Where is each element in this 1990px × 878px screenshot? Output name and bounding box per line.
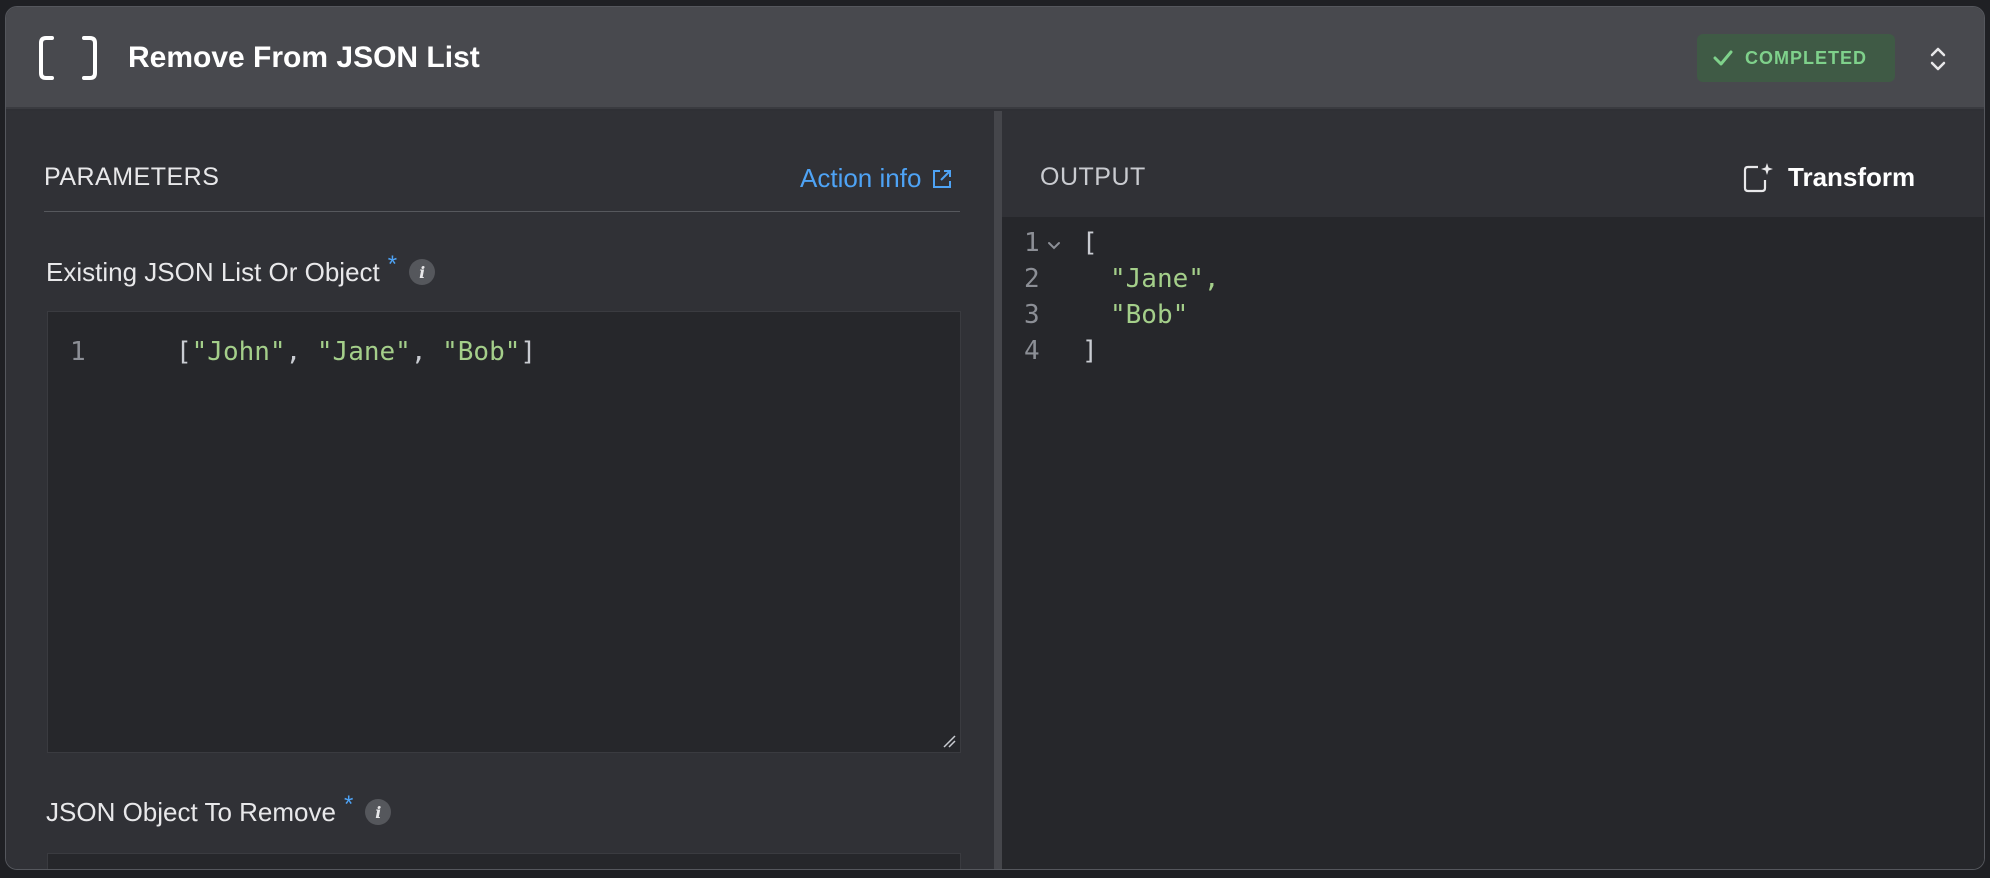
- action-title: Remove From JSON List: [128, 41, 480, 74]
- code-token: "": [174, 865, 205, 869]
- code-text: "Jane",: [1110, 264, 1220, 294]
- transform-label: Transform: [1788, 161, 1916, 192]
- parameters-title: PARAMETERS: [44, 163, 220, 191]
- field-label-text: Existing JSON List Or Object: [46, 257, 380, 287]
- chevron-down-icon[interactable]: [1047, 241, 1061, 251]
- code-line: 1 "": [48, 862, 205, 869]
- check-icon: [1713, 50, 1733, 66]
- code-text: [: [1082, 228, 1098, 258]
- code-line: 4 ]: [1002, 333, 1098, 369]
- output-panel: OUTPUT Transform 1 [ 2 "Jane", 3 "Bob" 4…: [1002, 111, 1984, 869]
- required-marker: *: [343, 791, 354, 818]
- external-link-icon: [933, 169, 952, 188]
- panel-splitter[interactable]: [994, 111, 1002, 869]
- line-number: 4: [1024, 336, 1040, 366]
- output-viewer: 1 [ 2 "Jane", 3 "Bob" 4 ]: [1002, 219, 1984, 869]
- section-divider: [44, 211, 960, 212]
- line-number: 1: [70, 337, 86, 367]
- output-title: OUTPUT: [1040, 163, 1146, 191]
- code-token: "Bob": [442, 337, 521, 367]
- field-label-object-to-remove: JSON Object To Remove * i: [46, 791, 392, 828]
- code-text: "Bob": [1110, 300, 1189, 330]
- code-token: ,: [285, 337, 317, 367]
- code-token: [: [176, 337, 192, 367]
- action-info-link[interactable]: Action info: [800, 163, 953, 194]
- field-label-text: JSON Object To Remove: [46, 797, 336, 827]
- required-marker: *: [387, 251, 398, 278]
- object-to-remove-editor[interactable]: 1 "": [47, 853, 961, 869]
- output-header: OUTPUT Transform: [1002, 111, 1984, 217]
- code-token: ]: [520, 337, 537, 367]
- magic-transform-icon: [1743, 163, 1773, 193]
- status-badge: COMPLETED: [1697, 34, 1895, 82]
- json-bracket-icon: [39, 36, 97, 80]
- card-header: Remove From JSON List COMPLETED: [6, 7, 1984, 109]
- parameters-panel: PARAMETERS Action info Existing JSON Lis…: [6, 111, 994, 869]
- code-text: ]: [1082, 336, 1098, 366]
- line-number: 1: [48, 865, 174, 869]
- code-line: 3 "Bob": [1002, 297, 1188, 333]
- code-line: 2 "Jane",: [1002, 261, 1220, 297]
- code-token: ,: [410, 337, 443, 367]
- status-text: COMPLETED: [1745, 47, 1868, 68]
- code-token: "John": [191, 337, 286, 367]
- code-line: 1 ["John", "Jane", "Bob"]: [48, 334, 536, 370]
- chevron-up-down-icon[interactable]: [1926, 43, 1950, 75]
- action-info-label: Action info: [800, 163, 922, 193]
- info-icon[interactable]: i: [409, 259, 436, 285]
- action-card: Remove From JSON List COMPLETED PARAMETE…: [5, 6, 1985, 870]
- info-icon[interactable]: i: [365, 799, 392, 825]
- field-label-existing-json: Existing JSON List Or Object * i: [46, 251, 436, 288]
- transform-button[interactable]: Transform: [1742, 161, 1915, 193]
- line-number: 2: [1024, 264, 1040, 294]
- line-number: 3: [1024, 300, 1040, 330]
- existing-json-editor[interactable]: 1 ["John", "Jane", "Bob"]: [47, 311, 961, 753]
- resize-handle[interactable]: [942, 734, 956, 748]
- code-token: "Jane": [316, 337, 411, 367]
- line-number: 1: [1024, 228, 1040, 258]
